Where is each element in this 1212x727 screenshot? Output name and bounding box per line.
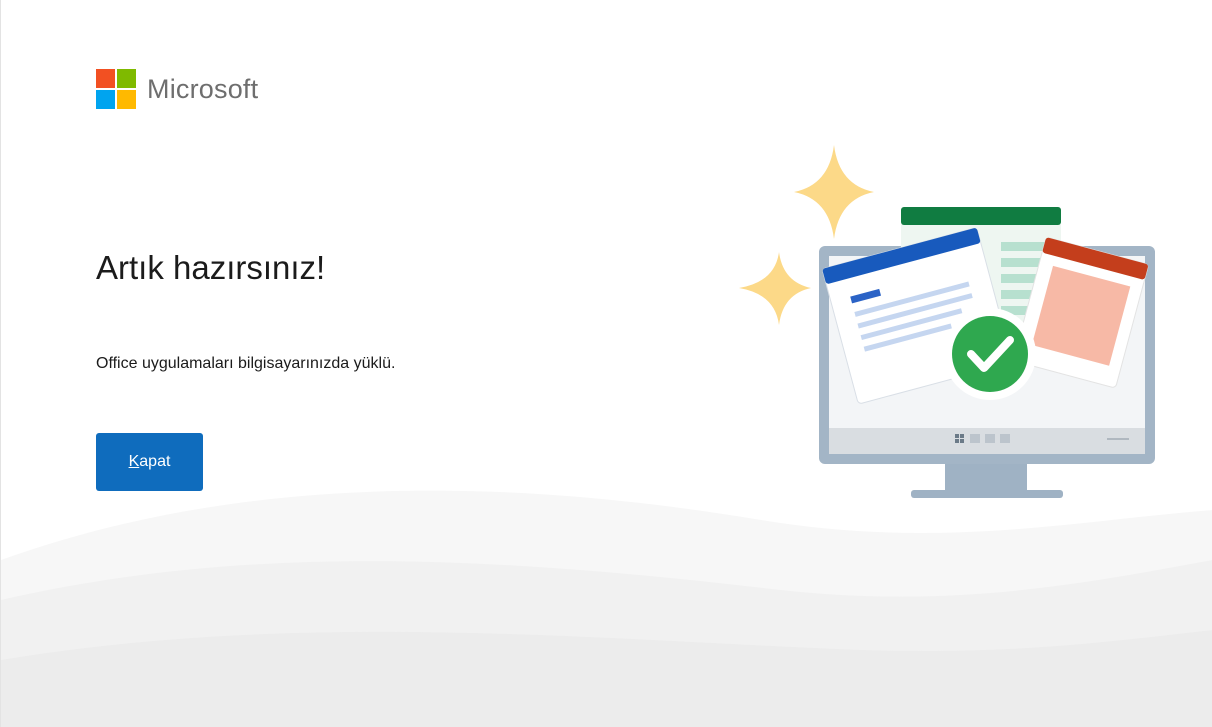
close-button[interactable]: Kapat <box>96 433 203 491</box>
installer-window: Microsoft Artık hazırsınız! Office uygul… <box>0 0 1212 727</box>
logo-square-red <box>96 69 115 88</box>
logo-square-yellow <box>117 90 136 109</box>
page-title: Artık hazırsınız! <box>96 249 326 286</box>
monitor-base <box>911 490 1063 498</box>
sparkle-small-icon <box>739 252 811 325</box>
monitor-neck <box>945 462 1027 494</box>
logo-square-blue <box>96 90 115 109</box>
taskbar-app-icon <box>970 434 980 443</box>
office-ready-illustration <box>739 145 1155 498</box>
close-button-access-key: K <box>128 453 140 470</box>
taskbar-tray <box>1107 438 1129 440</box>
microsoft-logo-icon <box>96 69 136 109</box>
checkmark-icon <box>944 308 1036 400</box>
sparkle-large-icon <box>794 145 874 239</box>
close-button-label: apat <box>139 453 171 470</box>
taskbar-app-icon <box>985 434 995 443</box>
logo-square-green <box>117 69 136 88</box>
brand-header: Microsoft <box>96 69 258 109</box>
taskbar-app-icon <box>1000 434 1010 443</box>
status-message: Office uygulamaları bilgisayarınızda yük… <box>96 355 396 372</box>
brand-name: Microsoft <box>147 73 259 104</box>
